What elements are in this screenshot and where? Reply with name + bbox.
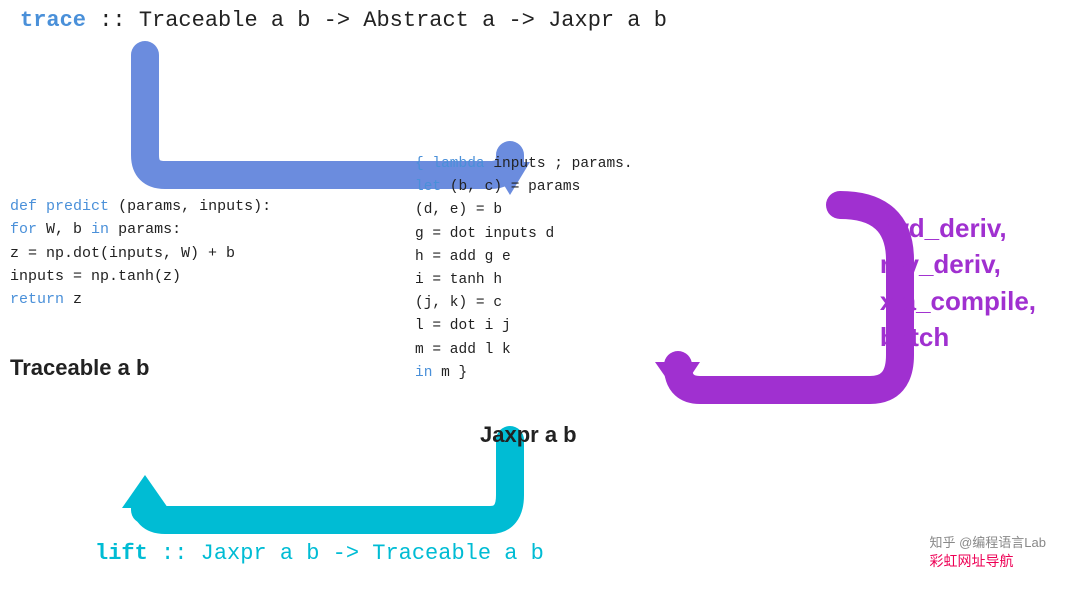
watermark-rainbow: 彩虹网址导航 [930,551,1047,571]
jaxpr-line-5: h = add g e [415,246,633,269]
code-line-4: inputs = np.tanh(z) [10,265,271,288]
signature-rest: :: Traceable a b -> Abstract a -> Jaxpr … [86,8,667,33]
jaxpr-line-7: (j, k) = c [415,292,633,315]
code-line-5: return z [10,288,271,311]
code-jaxpr-block: { lambda inputs ; params. let (b, c) = p… [415,153,633,385]
jaxpr-line-1: { lambda inputs ; params. [415,153,633,176]
lift-rest: :: Jaxpr a b -> Traceable a b [148,541,544,566]
jaxpr-line-10: in m } [415,362,633,385]
label-jaxpr: Jaxpr a b [480,422,577,448]
code-predict-block: def predict (params, inputs): for W, b i… [10,195,271,311]
watermark: 知乎 @编程语言Lab 彩虹网址导航 [930,532,1047,571]
code-line-1: def predict (params, inputs): [10,195,271,218]
code-line-3: z = np.dot(inputs, W) + b [10,242,271,265]
code-line-2: for W, b in params: [10,218,271,241]
top-signature: trace :: Traceable a b -> Abstract a -> … [20,8,667,33]
jaxpr-line-2: let (b, c) = params [415,176,633,199]
label-xla-compile: xla_compile, [880,283,1036,319]
jaxpr-line-9: m = add l k [415,339,633,362]
bottom-signature: lift :: Jaxpr a b -> Traceable a b [95,541,544,566]
jaxpr-line-3: (d, e) = b [415,199,633,222]
trace-keyword: trace [20,8,86,33]
jaxpr-line-8: l = dot i j [415,315,633,338]
label-fwd-deriv: fwd_deriv, [880,210,1036,246]
label-rev-deriv: rev_deriv, [880,246,1036,282]
lift-keyword: lift [95,541,148,566]
watermark-zhihu: 知乎 @编程语言Lab [930,532,1047,551]
main-container: trace :: Traceable a b -> Abstract a -> … [0,0,1066,591]
label-batch: batch [880,319,1036,355]
jaxpr-line-4: g = dot inputs d [415,223,633,246]
label-traceable: Traceable a b [10,355,149,381]
jaxpr-line-6: i = tanh h [415,269,633,292]
label-right-operations: fwd_deriv, rev_deriv, xla_compile, batch [880,210,1036,356]
